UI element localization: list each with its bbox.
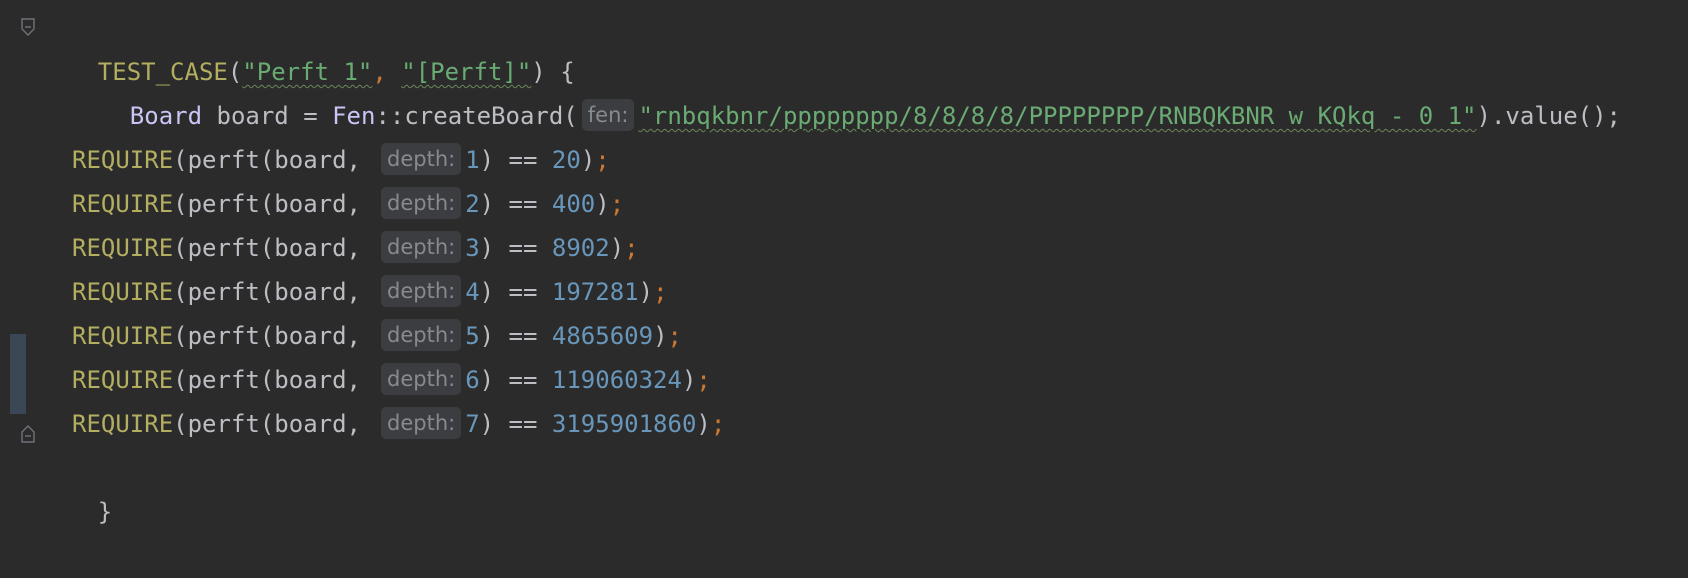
param-hint-depth: depth: [381, 275, 462, 307]
perft-call: (perft(board, [173, 278, 361, 306]
require-macro: REQUIRE [72, 278, 174, 306]
equals-operator: ) == [479, 322, 552, 350]
expected-node-count: 197281 [551, 278, 639, 306]
fen-string: "rnbqkbnr/pppppppp/8/8/8/8/PPPPPPPP/RNBQ… [638, 102, 1477, 130]
param-hint-depth: depth: [381, 319, 462, 351]
paren-close: ) [681, 366, 697, 394]
editor-gutter[interactable] [0, 0, 35, 498]
perft-call: (perft(board, [173, 410, 361, 438]
equals-operator: ) == [479, 366, 552, 394]
require-macro: REQUIRE [72, 234, 174, 262]
semicolon: ; [710, 410, 726, 438]
code-editor[interactable]: TEST_CASE("Perft 1", "[Perft]") { Board … [40, 0, 1688, 526]
depth-value: 4 [465, 278, 480, 306]
expected-node-count: 4865609 [551, 322, 654, 350]
depth-value: 1 [465, 146, 480, 174]
depth-value: 3 [465, 234, 480, 262]
require-line[interactable]: REQUIRE(perft(board, depth: 6) == 11906032… [72, 358, 711, 402]
require-line[interactable]: REQUIRE(perft(board, depth: 3) == 8902); [72, 226, 639, 270]
depth-value: 7 [465, 410, 480, 438]
semicolon: ; [653, 278, 668, 306]
paren-close: ) [609, 234, 625, 262]
param-hint-depth: depth: [381, 363, 462, 395]
paren-close: ) [638, 278, 654, 306]
require-line[interactable]: REQUIRE(perft(board, depth: 7) == 31959018… [72, 402, 725, 446]
fold-open-icon[interactable] [20, 18, 36, 36]
paren-close: ) [653, 322, 668, 350]
semicolon: ; [609, 190, 625, 218]
value-call: ).value(); [1476, 102, 1622, 130]
param-hint-depth: depth: [381, 231, 462, 263]
fold-close-icon[interactable] [20, 425, 36, 443]
equals-operator: ) == [479, 146, 552, 174]
semicolon: ; [595, 146, 610, 174]
expected-node-count: 20 [551, 146, 581, 174]
equals-operator: ) == [479, 410, 552, 438]
semicolon: ; [667, 322, 682, 350]
require-macro: REQUIRE [72, 322, 174, 350]
perft-call: (perft(board, [173, 146, 361, 174]
block-close: } [97, 498, 113, 526]
code-line-1[interactable]: TEST_CASE("Perft 1", "[Perft]") { [40, 6, 575, 86]
equals-operator: ) == [479, 234, 552, 262]
expected-node-count: 400 [551, 190, 596, 218]
require-line[interactable]: REQUIRE(perft(board, depth: 4) == 197281); [72, 270, 668, 314]
paren-close: ) [696, 410, 711, 438]
expected-node-count: 3195901860 [551, 410, 697, 438]
perft-call: (perft(board, [173, 190, 361, 218]
expected-node-count: 8902 [551, 234, 610, 262]
expected-node-count: 119060324 [551, 366, 682, 394]
require-macro: REQUIRE [72, 190, 174, 218]
require-macro: REQUIRE [72, 366, 174, 394]
semicolon: ; [696, 366, 711, 394]
code-line-2[interactable]: Board board = Fen::createBoard(fen: "rnbq… [72, 50, 1621, 131]
perft-call: (perft(board, [173, 366, 361, 394]
change-marker[interactable] [10, 334, 26, 414]
paren-close: ) [580, 146, 596, 174]
code-line-closing[interactable]: } [40, 446, 112, 526]
paren-close: ) [595, 190, 610, 218]
param-hint-depth: depth: [381, 143, 462, 175]
require-line[interactable]: REQUIRE(perft(board, depth: 5) == 4865609)… [72, 314, 682, 358]
semicolon: ; [624, 234, 639, 262]
depth-value: 2 [465, 190, 480, 218]
equals-operator: ) == [479, 190, 552, 218]
var-board: board = [202, 102, 333, 130]
equals-operator: ) == [479, 278, 552, 306]
perft-call: (perft(board, [173, 234, 361, 262]
require-macro: REQUIRE [72, 410, 174, 438]
perft-call: (perft(board, [173, 322, 361, 350]
depth-value: 6 [465, 366, 480, 394]
create-board-call: ::createBoard( [375, 102, 578, 130]
require-macro: REQUIRE [72, 146, 174, 174]
require-line[interactable]: REQUIRE(perft(board, depth: 1) == 20); [72, 138, 610, 182]
namespace-fen: Fen [332, 102, 376, 130]
param-hint-depth: depth: [381, 187, 462, 219]
depth-value: 5 [465, 322, 480, 350]
param-hint-fen: fen: [581, 99, 635, 131]
type-board: Board [129, 102, 203, 130]
param-hint-depth: depth: [381, 407, 462, 439]
require-line[interactable]: REQUIRE(perft(board, depth: 2) == 400); [72, 182, 624, 226]
